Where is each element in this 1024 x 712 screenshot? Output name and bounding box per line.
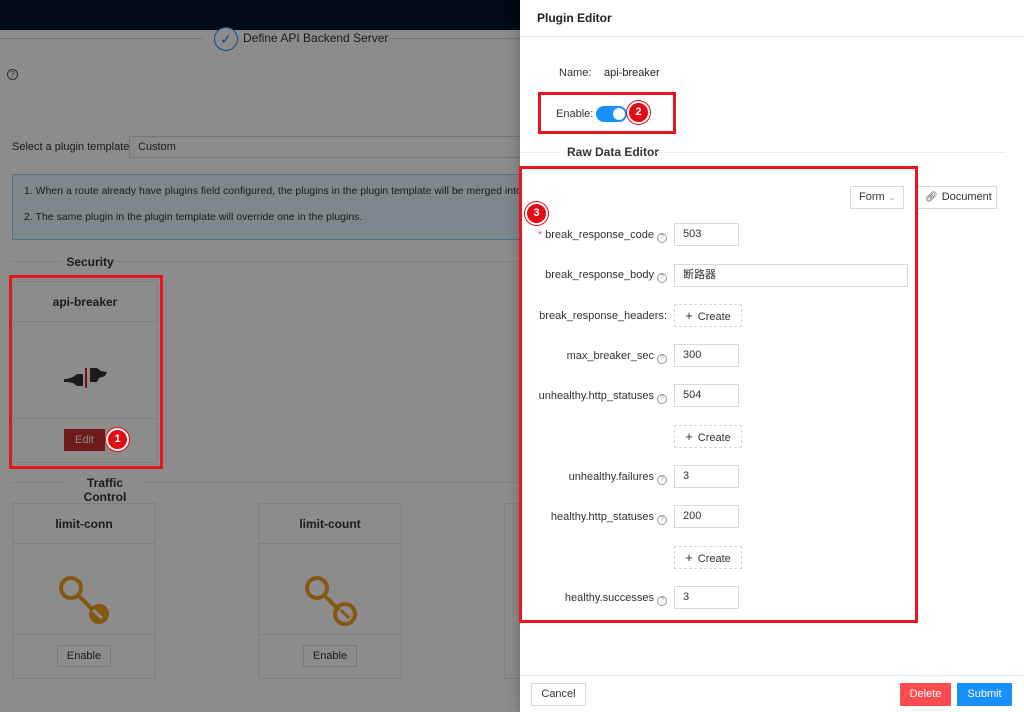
link-icon: 🔗︎	[925, 192, 938, 203]
document-button-label: Document	[941, 191, 992, 203]
step-marker-3: 3	[525, 202, 548, 225]
plugin-name-value: api-breaker	[604, 67, 660, 79]
highlight-box-form	[519, 166, 918, 623]
section-divider	[656, 152, 1006, 153]
cancel-button[interactable]: Cancel	[531, 683, 586, 706]
highlight-box-plugin-card	[9, 275, 163, 469]
submit-button[interactable]: Submit	[957, 683, 1012, 706]
step-marker-2: 2	[627, 101, 650, 124]
document-button[interactable]: 🔗︎ Document	[916, 186, 997, 209]
raw-data-editor-title: Raw Data Editor	[567, 145, 660, 159]
highlight-box-enable	[538, 92, 676, 134]
name-label: Name:	[559, 67, 592, 79]
drawer-title: Plugin Editor	[537, 11, 612, 25]
section-divider	[520, 152, 560, 153]
drawer-footer: Cancel Delete Submit	[520, 675, 1024, 712]
delete-button[interactable]: Delete	[900, 683, 951, 706]
step-marker-1: 1	[106, 428, 129, 451]
drawer-header: Plugin Editor	[520, 0, 1024, 37]
